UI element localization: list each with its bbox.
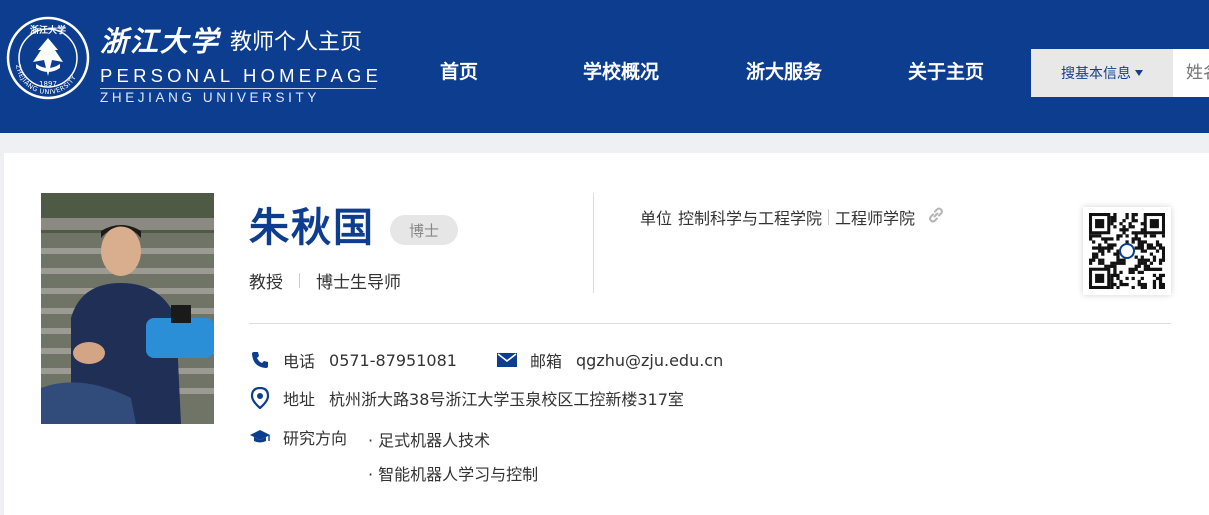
horizontal-divider <box>249 323 1171 324</box>
degree-badge: 博士 <box>390 215 458 245</box>
academic-title: 教授 <box>249 273 283 293</box>
research-row: 研究方向 <box>249 425 361 449</box>
location-pin-icon <box>249 387 271 409</box>
phone-value: 0571-87951081 <box>329 350 457 370</box>
phone-label: 电话 <box>283 352 316 371</box>
title-row: 教授 博士生导师 <box>249 268 401 293</box>
address-label: 地址 <box>283 390 316 409</box>
research-item: · 足式机器人技术 <box>368 431 491 450</box>
address-row: 地址 杭州浙大路38号浙江大学玉泉校区工控新楼317室 <box>249 386 684 410</box>
seal-year: 1897 <box>39 80 57 88</box>
title-divider <box>299 273 300 288</box>
address-value: 杭州浙大路38号浙江大学玉泉校区工控新楼317室 <box>329 390 684 409</box>
nav-item-services[interactable]: 浙大服务 <box>746 57 822 84</box>
research-label: 研究方向 <box>283 429 348 448</box>
logo-english-title: PERSONAL HOMEPAGE <box>100 65 383 86</box>
vertical-divider <box>593 193 594 293</box>
email-label: 邮箱 <box>530 352 563 371</box>
unit-value-control[interactable]: 控制科学与工程学院 <box>678 205 822 229</box>
site-header: 1897 ZHEJIANG UNIVERSITY 浙江大学 浙江大学 教师个人主… <box>0 0 1209 133</box>
qr-code <box>1083 207 1171 295</box>
link-icon[interactable] <box>927 206 945 228</box>
supervisor-role: 博士生导师 <box>316 273 401 293</box>
logo-subtitle-cn: 教师个人主页 <box>230 30 363 55</box>
caret-down-icon <box>1135 70 1143 76</box>
seal-cn-text: 浙江大学 <box>30 24 66 36</box>
nav-item-about-school[interactable]: 学校概况 <box>583 57 659 84</box>
email-row: 邮箱 qgzhu@zju.edu.cn <box>496 348 723 372</box>
phone-row: 电话 0571-87951081 <box>249 348 457 372</box>
unit-label: 单位 <box>640 209 673 228</box>
search-scope-label: 搜基本信息 <box>1061 66 1131 82</box>
research-item: · 智能机器人学习与控制 <box>368 465 539 484</box>
graduation-cap-icon <box>249 426 271 448</box>
search-input[interactable] <box>1173 49 1209 97</box>
mail-icon <box>496 349 518 371</box>
logo-english-university: ZHEJIANG UNIVERSITY <box>100 90 320 105</box>
nav-item-about-homepage[interactable]: 关于主页 <box>908 57 984 84</box>
logo-brand-cn: 浙江大学 <box>100 25 221 58</box>
nav-item-home[interactable]: 首页 <box>440 57 478 84</box>
profile-photo <box>41 193 214 424</box>
unit-divider <box>828 209 830 225</box>
unit-value-engineering[interactable]: 工程师学院 <box>835 205 915 229</box>
search-scope-dropdown[interactable]: 搜基本信息 <box>1031 49 1173 97</box>
site-logo-text[interactable]: 浙江大学 教师个人主页 PERSONAL HOMEPAGE ZHEJIANG U… <box>100 20 382 107</box>
phone-icon <box>249 349 271 371</box>
unit-row: 单位 控制科学与工程学院 工程师学院 <box>640 205 945 229</box>
zju-seal-logo[interactable]: 1897 ZHEJIANG UNIVERSITY 浙江大学 <box>6 16 90 100</box>
email-value[interactable]: qgzhu@zju.edu.cn <box>576 351 723 370</box>
profile-name: 朱秋国 <box>249 205 375 251</box>
